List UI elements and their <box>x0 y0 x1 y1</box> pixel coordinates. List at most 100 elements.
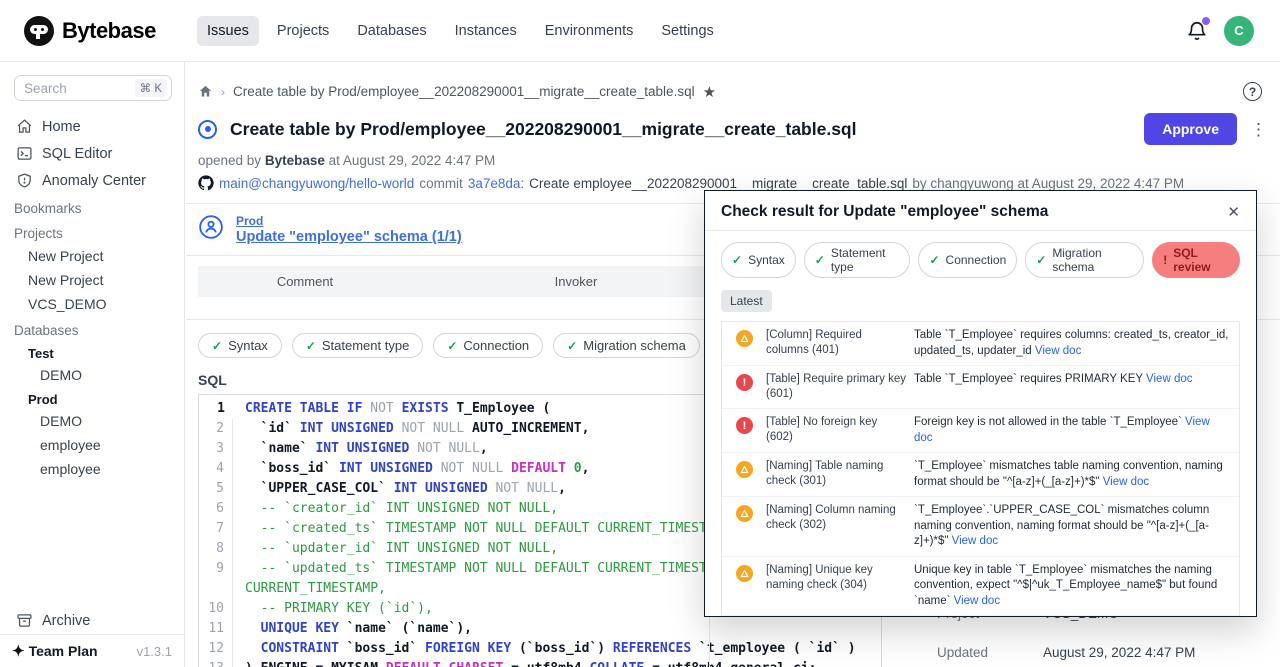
modal-check-pills: ✓Syntax✓Statement type✓Connection✓Migrat… <box>705 231 1256 278</box>
star-icon[interactable]: ★ <box>703 83 716 101</box>
modal-title: Check result for Update "employee" schem… <box>721 203 1048 221</box>
sidebar-env-test: Test <box>0 341 184 363</box>
sidebar-db-item[interactable]: employee <box>0 433 184 457</box>
check-icon: ✓ <box>567 339 577 353</box>
brand[interactable]: Bytebase <box>0 16 185 46</box>
commit-hash-link[interactable]: 3a7e8da: <box>468 176 524 191</box>
column-header-invoker: Invoker <box>412 274 740 289</box>
check-pill-connection[interactable]: ✓Connection <box>433 333 543 358</box>
issue-author: Bytebase <box>265 153 325 168</box>
nav-item-projects[interactable]: Projects <box>267 16 339 46</box>
error-icon: ! <box>736 374 753 391</box>
check-result-row: [Naming] Foreign key naming check (305)F… <box>722 615 1239 617</box>
view-doc-link[interactable]: View doc <box>1146 373 1192 385</box>
check-icon: ✓ <box>447 339 457 353</box>
check-pill-sql-review[interactable]: !SQL review <box>1152 242 1240 278</box>
plan-footer[interactable]: ✦ Team Plan v1.3.1 <box>0 634 184 667</box>
databases-header: Databases <box>0 316 184 341</box>
rule-detail: `T_Employee`.`UPPER_CASE_COL` mismatches… <box>914 503 1229 550</box>
sidebar-db-item[interactable]: DEMO <box>0 409 184 433</box>
check-pill-syntax[interactable]: ✓Syntax <box>721 242 796 278</box>
check-pill-connection[interactable]: ✓Connection <box>918 242 1017 278</box>
archive-box-icon <box>16 612 33 629</box>
issue-open-icon <box>198 120 217 139</box>
check-icon: ✓ <box>1036 253 1046 267</box>
commit-branch-link[interactable]: main@changyuwong/hello-world <box>219 176 414 191</box>
help-icon[interactable]: ? <box>1243 82 1262 101</box>
stage-env-link[interactable]: Prod <box>236 214 462 228</box>
bytebase-app: Bytebase Issues Projects Databases Instance… <box>0 0 1280 667</box>
close-icon[interactable]: ✕ <box>1227 203 1240 221</box>
check-result-row: [Column] Required columns (401)Table `T_… <box>722 322 1239 365</box>
archive-label: Archive <box>42 613 90 629</box>
check-result-modal: Check result for Update "employee" schem… <box>704 190 1257 617</box>
error-icon: ! <box>736 417 753 434</box>
warning-icon <box>736 565 753 582</box>
home-icon[interactable] <box>198 84 213 99</box>
nav-item-environments[interactable]: Environments <box>535 16 644 46</box>
more-actions-icon[interactable]: ⋮ <box>1250 125 1264 134</box>
nav-item-databases[interactable]: Databases <box>347 16 436 46</box>
check-result-row: [Naming] Unique key naming check (304)Un… <box>722 556 1239 616</box>
left-sidebar: Search ⌘ K HomeSQL EditorAnomaly CenterB… <box>0 62 185 667</box>
warning-icon <box>736 505 753 522</box>
check-icon: ✓ <box>212 339 222 353</box>
rule-name: [Naming] Unique key naming check (304) <box>766 563 914 610</box>
check-result-row: ![Table] Require primary key (601)Table … <box>722 365 1239 408</box>
view-doc-link[interactable]: View doc <box>952 535 998 547</box>
shield-icon <box>16 172 33 189</box>
sidebar-nav: HomeSQL EditorAnomaly CenterBookmarksPro… <box>0 111 184 481</box>
sidebar-item-anomaly-center[interactable]: Anomaly Center <box>0 167 184 194</box>
latest-button[interactable]: Latest <box>721 290 772 312</box>
sidebar-item-archive[interactable]: Archive <box>0 607 184 634</box>
check-pill-migration-schema[interactable]: ✓Migration schema <box>1025 242 1144 278</box>
user-avatar[interactable]: C <box>1224 16 1254 46</box>
sidebar-db-item[interactable]: employee <box>0 457 184 481</box>
stage-task-link[interactable]: Update "employee" schema (1/1) <box>236 229 462 245</box>
nav-item-settings[interactable]: Settings <box>651 16 723 46</box>
sidebar-item-home[interactable]: Home <box>0 113 184 140</box>
sidebar-project-item[interactable]: New Project <box>0 268 184 292</box>
issue-title: Create table by Prod/employee__202208290… <box>230 119 856 140</box>
breadcrumb: › Create table by Prod/employee__2022082… <box>186 62 1280 101</box>
view-doc-link[interactable]: View doc <box>1035 345 1081 357</box>
notification-dot <box>1202 17 1210 25</box>
check-pill-migration-schema[interactable]: ✓Migration schema <box>553 333 700 358</box>
check-pill-statement-type[interactable]: ✓Statement type <box>804 242 911 278</box>
nav-item-issues[interactable]: Issues <box>197 16 259 46</box>
view-doc-link[interactable]: View doc <box>954 595 1000 607</box>
warning-icon <box>736 330 753 347</box>
plan-label: Team Plan <box>29 643 98 659</box>
search-input[interactable]: Search ⌘ K <box>14 75 172 101</box>
sparkle-icon: ✦ <box>12 642 25 660</box>
column-header-comment: Comment <box>198 274 412 289</box>
nav-item-instances[interactable]: Instances <box>445 16 527 46</box>
check-result-row: [Naming] Table naming check (301)`T_Empl… <box>722 452 1239 496</box>
check-icon: ✓ <box>732 253 742 267</box>
check-pill-statement-type[interactable]: ✓Statement type <box>292 333 424 358</box>
notifications-bell-icon[interactable] <box>1186 20 1208 42</box>
breadcrumb-text[interactable]: Create table by Prod/employee__202208290… <box>233 84 695 99</box>
check-result-row: ![Table] No foreign key (602)Foreign key… <box>722 408 1239 452</box>
sidebar-item-sql-editor[interactable]: SQL Editor <box>0 140 184 167</box>
check-pill-syntax[interactable]: ✓Syntax <box>198 333 282 358</box>
commit-by: by changyuwong at August 29, 2022 4:47 P… <box>912 176 1184 191</box>
view-doc-link[interactable]: View doc <box>1103 476 1149 488</box>
sql-line: 13) ENGINE = MYISAM DEFAULT CHARSET = ut… <box>199 659 881 667</box>
check-icon: ✓ <box>815 253 825 267</box>
sidebar-project-item[interactable]: VCS_DEMO <box>0 292 184 316</box>
bytebase-logo-icon <box>24 16 54 46</box>
view-doc-link[interactable]: View doc <box>914 416 1210 444</box>
github-icon <box>198 175 214 191</box>
error-icon: ! <box>1163 253 1167 267</box>
rule-detail: Foreign key is not allowed in the table … <box>914 415 1229 446</box>
rule-detail: Table `T_Employee` requires PRIMARY KEY … <box>914 372 1229 402</box>
brand-name: Bytebase <box>62 18 156 44</box>
approve-button[interactable]: Approve <box>1144 113 1237 145</box>
sidebar-db-item[interactable]: DEMO <box>0 363 184 387</box>
terminal-icon <box>16 145 33 162</box>
check-icon: ✓ <box>306 339 316 353</box>
chevron-right-icon: › <box>221 85 225 99</box>
issue-title-row: Create table by Prod/employee__202208290… <box>186 101 1280 145</box>
sidebar-project-item[interactable]: New Project <box>0 244 184 268</box>
